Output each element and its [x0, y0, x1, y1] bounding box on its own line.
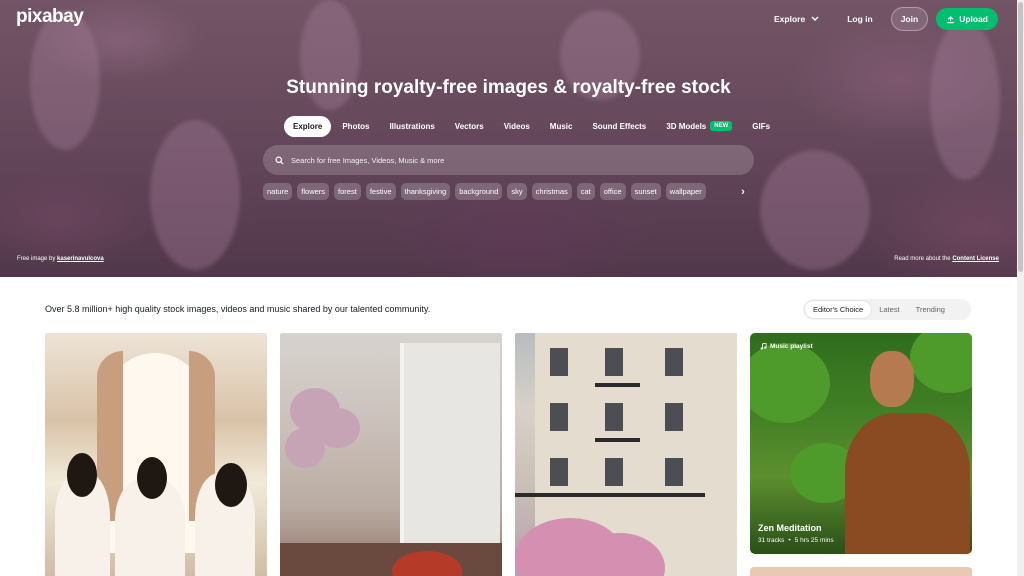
tab-videos[interactable]: Videos — [495, 116, 539, 137]
music-playlist-card[interactable]: Music playlist Zen Meditation 31 tracks … — [750, 333, 972, 554]
building-window — [665, 403, 683, 431]
monk-head-graphic — [870, 351, 914, 407]
login-link[interactable]: Log in — [837, 8, 883, 30]
chip-festive[interactable]: festive — [365, 183, 396, 200]
tab-photos[interactable]: Photos — [333, 116, 378, 137]
upload-button[interactable]: Upload — [936, 8, 998, 30]
playlist-duration: 5 hrs 25 mins — [794, 537, 834, 544]
building-window — [665, 348, 683, 376]
explore-label: Explore — [774, 14, 806, 24]
playlist-tag-label: Music playlist — [770, 343, 813, 350]
search-icon — [275, 155, 284, 165]
image-card-paris-building[interactable] — [515, 333, 737, 576]
license-prefix: Read more about the — [894, 256, 951, 262]
track-count: 31 tracks — [758, 537, 785, 544]
tab-gifs[interactable]: GIFs — [743, 116, 779, 137]
upload-label: Upload — [959, 14, 988, 24]
chip-nature[interactable]: nature — [263, 183, 293, 200]
image-credit: Free image by kaserinavulcova — [17, 256, 104, 262]
search-input[interactable] — [291, 155, 711, 165]
building-window — [550, 458, 568, 486]
balcony-graphic — [595, 383, 640, 387]
building-window — [605, 458, 623, 486]
playlist-tag: Music playlist — [760, 343, 813, 350]
lilac-graphic — [285, 428, 325, 468]
building-window — [665, 458, 683, 486]
join-button[interactable]: Join — [890, 7, 929, 31]
chip-flowers[interactable]: flowers — [297, 183, 330, 200]
tab-3d-models-label: 3D Models — [666, 121, 707, 131]
building-window — [550, 403, 568, 431]
media-type-tabs: Explore Photos Illustrations Vectors Vid… — [284, 115, 779, 137]
image-card-lilac-still-life[interactable] — [280, 333, 502, 576]
chip-forest[interactable]: forest — [334, 183, 361, 200]
building-window — [605, 348, 623, 376]
music-note-icon — [760, 343, 767, 350]
playlist-meta: 31 tracks • 5 hrs 25 mins — [758, 537, 834, 544]
top-navigation: Explore Log in Join Upload — [764, 7, 998, 31]
content-license-link[interactable]: Content License — [952, 256, 999, 262]
filter-editors-choice[interactable]: Editor's Choice — [805, 301, 872, 318]
balcony-graphic — [595, 438, 640, 442]
meta-separator: • — [788, 537, 791, 544]
sort-filter-group: Editor's Choice Latest Trending — [803, 299, 971, 320]
tab-sound-effects[interactable]: Sound Effects — [583, 116, 655, 137]
table-graphic — [280, 543, 502, 576]
community-tagline: Over 5.8 million+ high quality stock ima… — [45, 304, 431, 314]
chip-office[interactable]: office — [599, 183, 626, 200]
building-window — [550, 348, 568, 376]
tab-music[interactable]: Music — [541, 116, 582, 137]
chip-background[interactable]: background — [455, 183, 503, 200]
image-card-partial[interactable] — [750, 567, 972, 576]
search-bar[interactable] — [263, 145, 754, 175]
filter-trending[interactable]: Trending — [908, 301, 953, 318]
playlist-title: Zen Meditation — [758, 523, 822, 533]
credit-author-link[interactable]: kaserinavulcova — [57, 256, 104, 262]
monk-figure-graphic — [845, 413, 970, 554]
image-card-girls-at-window[interactable] — [45, 333, 267, 576]
filter-latest[interactable]: Latest — [871, 301, 907, 318]
tab-explore[interactable]: Explore — [284, 115, 332, 137]
tab-vectors[interactable]: Vectors — [446, 116, 493, 137]
explore-menu[interactable]: Explore — [764, 8, 829, 30]
chip-cat[interactable]: cat — [576, 183, 595, 200]
balcony-graphic — [515, 493, 705, 497]
hair-graphic — [215, 463, 247, 507]
hair-graphic — [137, 457, 167, 499]
suggested-search-chips: nature flowers forest festive thanksgivi… — [263, 183, 733, 200]
chip-sunset[interactable]: sunset — [630, 183, 661, 200]
chip-christmas[interactable]: christmas — [531, 183, 572, 200]
hair-graphic — [67, 453, 97, 497]
chevron-right-icon[interactable]: › — [736, 185, 750, 199]
building-window — [605, 403, 623, 431]
window-graphic — [400, 343, 500, 543]
page-scrollbar[interactable] — [1017, 0, 1024, 576]
hero-banner — [0, 0, 1017, 277]
foliage-graphic — [910, 333, 972, 393]
credit-prefix: Free image by — [17, 256, 56, 262]
upload-icon — [947, 15, 954, 23]
scrollbar-thumb[interactable] — [1018, 2, 1023, 272]
license-note: Read more about the Content License — [894, 256, 999, 262]
chevron-down-icon — [811, 16, 819, 21]
chip-wallpaper[interactable]: wallpaper — [665, 183, 706, 200]
foliage-graphic — [750, 343, 830, 423]
chip-sky[interactable]: sky — [507, 183, 527, 200]
new-badge: NEW — [710, 121, 733, 131]
hero-title: Stunning royalty-free images & royalty-f… — [286, 77, 731, 98]
tab-illustrations[interactable]: Illustrations — [380, 116, 443, 137]
hero-overlay — [0, 0, 1017, 277]
chip-thanksgiving[interactable]: thanksgiving — [400, 183, 451, 200]
tab-3d-models[interactable]: 3D Models NEW — [657, 115, 741, 137]
pixabay-logo[interactable]: pixabay — [16, 6, 84, 28]
